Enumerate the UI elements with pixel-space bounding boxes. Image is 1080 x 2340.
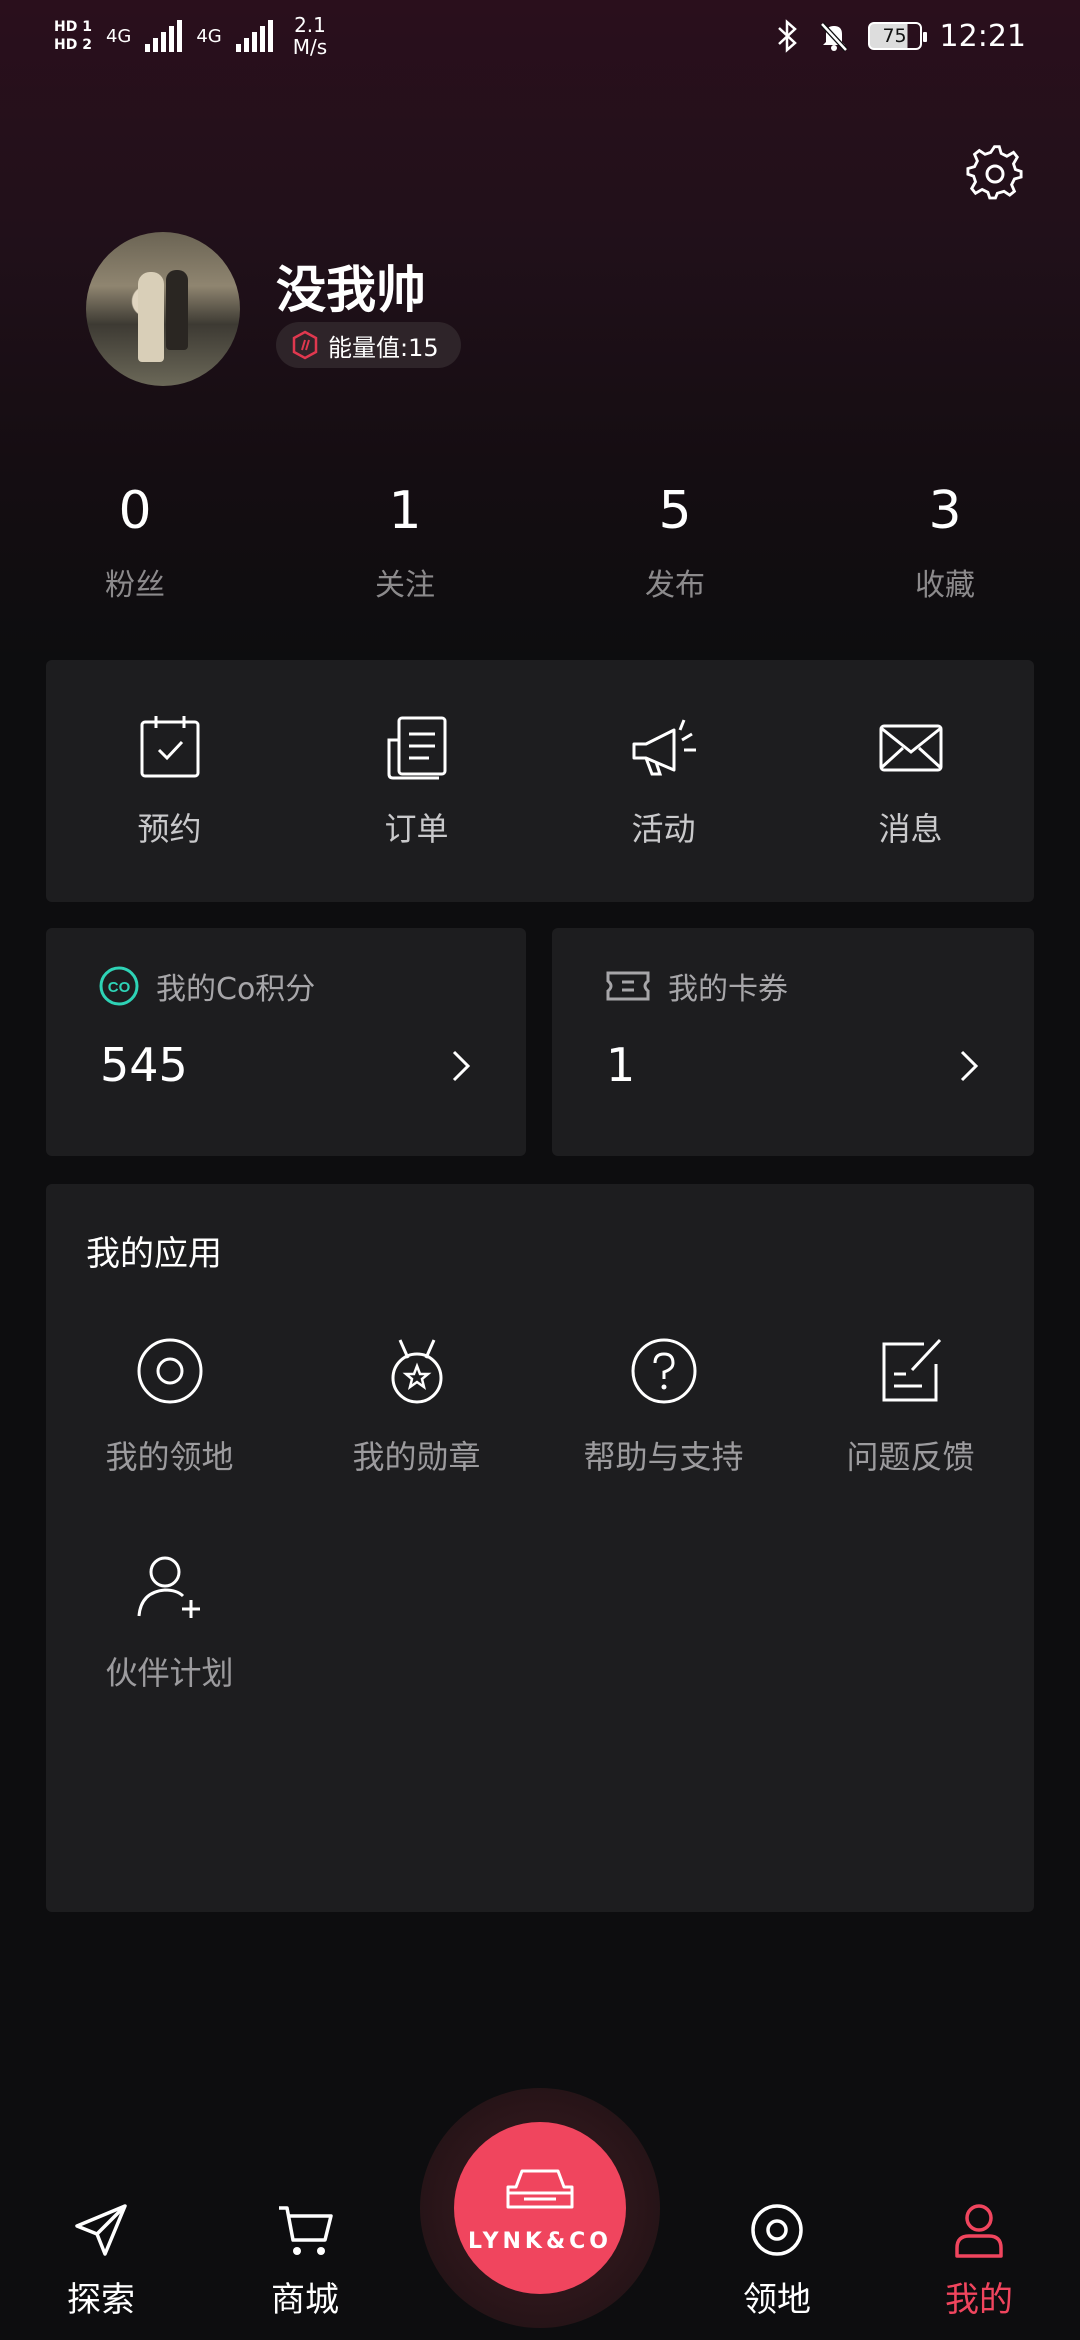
quick-label: 活动 [631,810,696,848]
avatar[interactable] [86,232,240,386]
sim2-label: HD 2 [54,37,92,53]
tab-explore[interactable]: 探索 [26,2200,176,2321]
tab-label: 领地 [743,2280,811,2320]
clock: 12:21 [939,18,1026,54]
quick-messages[interactable]: 消息 [787,660,1034,902]
quick-events[interactable]: 活动 [540,660,787,902]
stat-value: 0 [118,481,152,541]
app-label: 我的勋章 [352,1438,481,1476]
signal-icon [235,20,273,52]
app-help-support[interactable]: 帮助与支持 [540,1334,787,1478]
lynk-co-center-button[interactable]: LYNK&CO [454,2122,626,2294]
co-points-card[interactable]: CO 我的Co积分 545 [46,928,526,1156]
sim-indicators: HD 1 HD 2 [54,18,92,54]
coupons-header: 我的卡券 [604,964,788,1008]
tab-mine[interactable]: 我的 [904,2200,1054,2321]
app-feedback[interactable]: 问题反馈 [787,1334,1034,1478]
document-icon [387,716,446,780]
stat-value: 3 [928,481,962,541]
coupons-value: 1 [606,1038,636,1092]
quick-label: 预约 [137,810,202,848]
tab-label: 商城 [271,2280,339,2320]
co-points-icon-text: CO [108,979,131,996]
energy-icon [292,330,318,360]
tab-label: 探索 [67,2280,135,2320]
status-right: 75 12:21 [776,19,1026,54]
car-icon [506,2169,574,2208]
my-apps-card: 我的应用 我的领地 我的勋章 帮助与支持 问题反馈 伙伴计划 [46,1184,1034,1912]
chevron-right-icon [960,1050,979,1082]
user-icon [955,2204,1003,2258]
stats-row: 0 粉丝 1 关注 5 发布 3 收藏 [0,480,1080,604]
signal-icon [145,20,183,52]
megaphone-icon [632,719,696,776]
app-label: 我的领地 [105,1438,234,1476]
stat-following[interactable]: 1 关注 [270,480,540,604]
app-label: 问题反馈 [846,1438,975,1476]
username: 没我帅 [276,261,426,319]
app-partner-plan[interactable]: 伙伴计划 [46,1550,293,1694]
app-label: 帮助与支持 [583,1438,744,1476]
energy-badge[interactable]: 能量值:15 [276,322,461,368]
co-points-icon: CO [99,966,139,1006]
send-icon [75,2204,127,2256]
avatar-figure [138,272,164,362]
battery-level: 75 [882,25,907,47]
points-value: 545 [100,1038,188,1092]
stat-label: 关注 [375,568,435,603]
tab-label: 我的 [945,2280,1013,2320]
stat-favorites[interactable]: 3 收藏 [810,480,1080,604]
tab-territory[interactable]: 领地 [702,2200,852,2321]
coupons-label: 我的卡券 [668,972,788,1007]
calendar-check-icon [140,716,199,778]
network-speed-value: 2.1 [294,13,326,37]
stat-value: 5 [658,481,692,541]
status-left: HD 1 HD 2 4G 4G 2.1 M/s [54,14,327,58]
territory-icon [137,1338,202,1404]
quick-orders[interactable]: 订单 [293,660,540,902]
add-user-icon [137,1556,200,1618]
stat-followers[interactable]: 0 粉丝 [0,480,270,604]
settings-gear-icon[interactable] [966,144,1026,204]
coupons-card[interactable]: 我的卡券 1 [552,928,1034,1156]
envelope-icon [879,724,942,772]
network-type-1: 4G [105,25,132,47]
points-label: 我的Co积分 [156,972,316,1007]
ticket-icon [606,971,650,1001]
stat-label: 发布 [645,568,705,603]
network-speed-unit: M/s [292,35,328,59]
network-speed: 2.1 M/s [293,14,327,58]
avatar-figure [166,270,188,350]
chevron-right-icon [452,1050,471,1082]
cart-icon [279,2206,333,2255]
quick-label: 订单 [384,810,449,848]
lynk-co-logo-text: LYNK&CO [467,2228,612,2254]
stat-label: 收藏 [915,568,975,603]
quick-label: 消息 [878,810,943,848]
tab-mall[interactable]: 商城 [230,2200,380,2321]
help-icon [631,1338,696,1404]
mute-bell-icon [819,22,848,52]
quick-appointment[interactable]: 预约 [46,660,293,902]
app-label: 伙伴计划 [105,1654,234,1692]
stat-posts[interactable]: 5 发布 [540,480,810,604]
energy-label: 能量值:15 [328,333,439,362]
status-bar: HD 1 HD 2 4G 4G 2.1 M/s 75 12:21 [0,0,1080,72]
quick-actions-card: 预约 订单 活动 消息 [46,660,1034,902]
stat-value: 1 [388,481,422,541]
network-type-2: 4G [196,25,222,47]
battery-icon: 75 [867,22,927,50]
sim1-label: HD 1 [54,19,92,35]
medal-icon [391,1339,442,1404]
feedback-icon [882,1338,941,1402]
points-header: CO 我的Co积分 [98,964,315,1008]
app-my-medals[interactable]: 我的勋章 [293,1334,540,1478]
bluetooth-icon [777,19,797,53]
apps-title: 我的应用 [86,1234,222,1274]
app-my-territory[interactable]: 我的领地 [46,1334,293,1478]
stat-label: 粉丝 [105,568,165,603]
territory-icon [751,2204,803,2256]
